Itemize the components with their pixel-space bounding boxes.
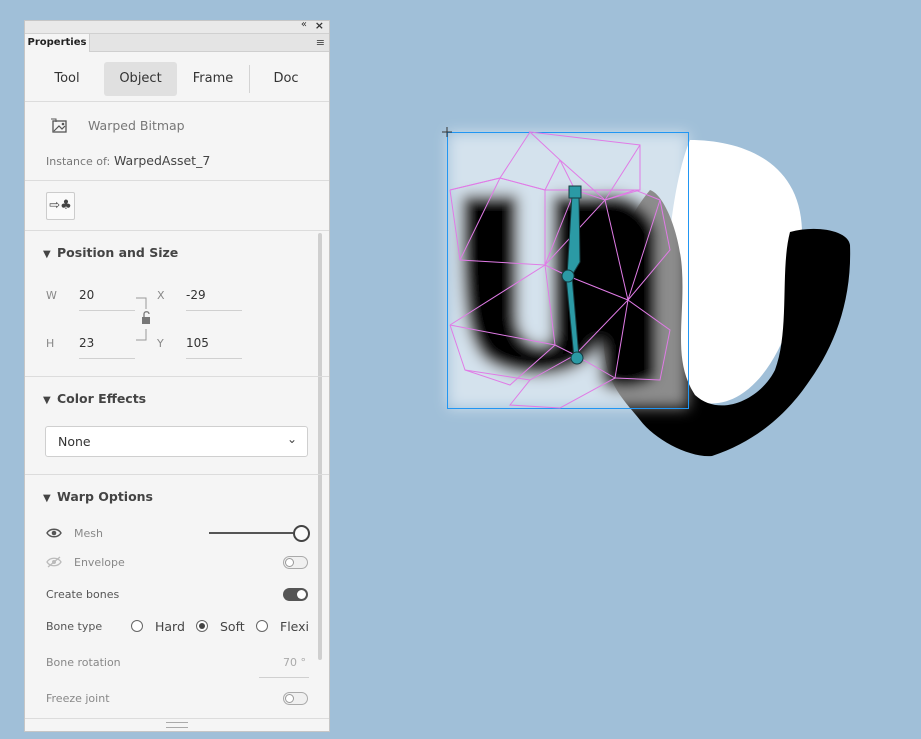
position-size-header[interactable]: ▼ Position and Size — [43, 245, 178, 260]
bone-type-flexi-radio[interactable] — [256, 620, 268, 632]
chevron-down-icon: ⌄ — [286, 432, 297, 446]
panel-scrollbar[interactable] — [318, 233, 322, 660]
section-title: Position and Size — [57, 245, 179, 260]
panel-menu-icon[interactable]: ≡ — [316, 36, 325, 49]
mesh-slider-track[interactable] — [209, 532, 293, 534]
field-underline — [186, 310, 242, 311]
tab-divider — [249, 65, 250, 93]
bone-end-joint[interactable] — [570, 351, 584, 365]
section-title: Color Effects — [57, 391, 147, 406]
divider — [25, 101, 329, 102]
y-field[interactable]: 105 — [186, 336, 209, 350]
height-label: H — [46, 337, 55, 350]
panel-resize-grip[interactable] — [166, 722, 188, 728]
freeze-joint-label: Freeze joint — [46, 692, 110, 705]
toggle-knob — [297, 590, 306, 599]
lock-proportions-icon[interactable] — [136, 297, 150, 341]
toggle-knob — [285, 694, 294, 703]
bone-type-label: Bone type — [46, 620, 103, 633]
bone-type-hard-label[interactable]: Hard — [155, 619, 185, 634]
color-effect-select[interactable]: None ⌄ — [45, 426, 308, 457]
eye-icon[interactable] — [46, 527, 62, 539]
panel-title-bar: « × — [25, 21, 329, 34]
bone-rotation-label: Bone rotation — [46, 656, 121, 669]
toggle-knob — [285, 558, 294, 567]
instance-of-label: Instance of: — [46, 155, 111, 168]
field-underline — [186, 358, 242, 359]
bone-mid-joint[interactable] — [561, 269, 575, 283]
properties-panel: « × Properties ≡ Tool Object Frame Doc W… — [24, 20, 330, 732]
bone-type-soft-radio[interactable] — [196, 620, 208, 632]
height-field[interactable]: 23 — [79, 336, 94, 350]
envelope-label: Envelope — [74, 556, 125, 569]
create-bones-toggle[interactable] — [283, 588, 308, 601]
divider — [25, 718, 329, 719]
swap-symbol-button[interactable]: ⇨♣ — [46, 192, 75, 220]
bone-rotation-field[interactable]: 70 ° — [283, 656, 306, 669]
tab-object[interactable]: Object — [104, 62, 177, 96]
color-effect-value: None — [58, 434, 91, 449]
mesh-slider-knob[interactable] — [293, 525, 310, 542]
eye-hidden-icon[interactable] — [46, 556, 62, 568]
collapse-panel-icon[interactable]: « — [301, 21, 307, 30]
create-bones-label: Create bones — [46, 588, 120, 601]
chevron-down-icon: ▼ — [43, 493, 51, 504]
object-type-label: Warped Bitmap — [88, 118, 185, 133]
color-effects-header[interactable]: ▼ Color Effects — [43, 391, 146, 406]
bone-root-joint[interactable] — [568, 185, 582, 199]
section-title: Warp Options — [57, 489, 154, 504]
tab-properties[interactable]: Properties — [25, 34, 90, 52]
panel-tab-bar: Properties ≡ — [25, 34, 329, 52]
width-label: W — [46, 289, 57, 302]
warped-bitmap-icon — [51, 118, 67, 133]
field-underline — [79, 358, 135, 359]
bone-type-hard-radio[interactable] — [131, 620, 143, 632]
x-label: X — [157, 289, 165, 302]
chevron-down-icon: ▼ — [43, 249, 51, 260]
width-field[interactable]: 20 — [79, 288, 94, 302]
divider — [25, 474, 329, 475]
bone-type-soft-label[interactable]: Soft — [220, 619, 245, 634]
tab-frame[interactable]: Frame — [181, 62, 245, 96]
divider — [25, 376, 329, 377]
field-underline — [259, 677, 309, 678]
freeze-joint-toggle[interactable] — [283, 692, 308, 705]
field-underline — [79, 310, 135, 311]
x-field[interactable]: -29 — [186, 288, 206, 302]
envelope-toggle[interactable] — [283, 556, 308, 569]
bone-type-flexi-label[interactable]: Flexi — [280, 619, 309, 634]
tab-tool[interactable]: Tool — [39, 62, 95, 96]
chevron-down-icon: ▼ — [43, 395, 51, 406]
close-icon[interactable]: × — [315, 21, 324, 32]
tab-doc[interactable]: Doc — [253, 62, 319, 96]
y-label: Y — [157, 337, 164, 350]
swap-icon: ⇨♣ — [49, 198, 72, 213]
instance-name[interactable]: WarpedAsset_7 — [114, 153, 210, 168]
divider — [25, 230, 329, 231]
warp-options-header[interactable]: ▼ Warp Options — [43, 489, 153, 504]
divider — [25, 180, 329, 181]
mesh-label: Mesh — [74, 527, 103, 540]
